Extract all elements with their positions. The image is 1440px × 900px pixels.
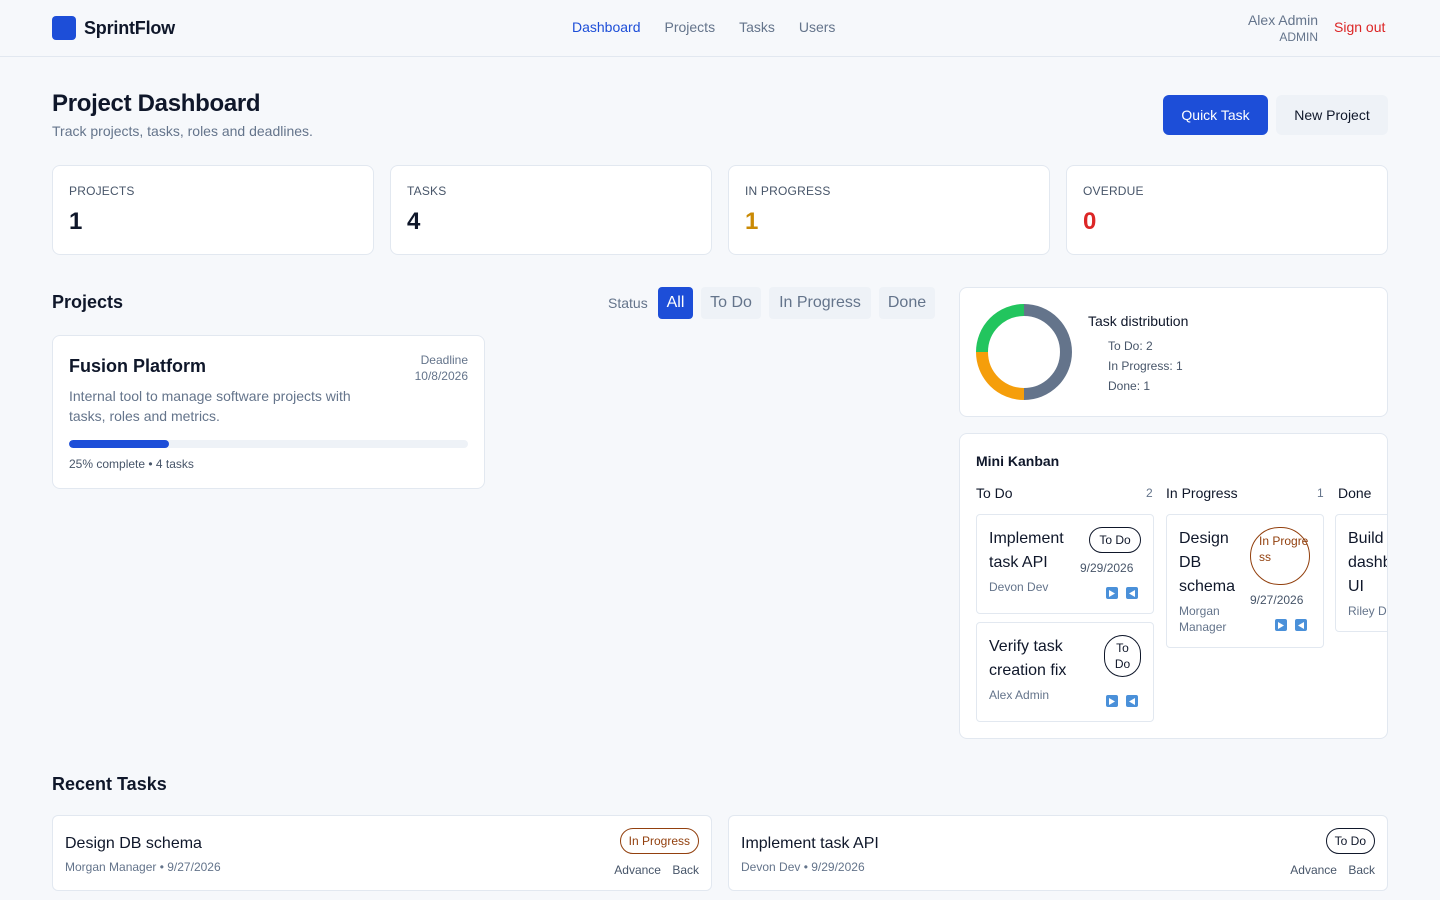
stat-value: 1 — [69, 208, 83, 235]
back-icon[interactable] — [1126, 587, 1138, 599]
stat-label: IN PROGRESS — [745, 184, 831, 198]
donut-segment-done — [976, 304, 1025, 353]
donut-segment-in-progress — [976, 351, 1025, 400]
stat-value: 1 — [745, 208, 759, 235]
recent-task-meta: Morgan Manager • 9/27/2026 — [65, 860, 221, 874]
recent-task-actions: Advance Back — [1282, 863, 1375, 877]
back-button[interactable]: Back — [672, 863, 699, 877]
task-distribution-donut — [976, 304, 1072, 400]
page-subtitle: Track projects, tasks, roles and deadlin… — [52, 123, 313, 139]
status-badge: In Progre ss — [1250, 527, 1310, 585]
nav-users[interactable]: Users — [799, 19, 836, 35]
current-user: Alex Admin ADMIN — [1248, 12, 1318, 44]
project-name: Fusion Platform — [69, 356, 207, 376]
top-navigation-bar: SprintFlow Dashboard Projects Tasks User… — [0, 0, 1440, 57]
user-role: ADMIN — [1279, 30, 1318, 44]
projects-section-title: Projects — [52, 292, 124, 312]
stat-card-in-progress: IN PROGRESS 1 — [728, 165, 1050, 255]
distribution-item-done: Done: 1 — [1108, 379, 1151, 393]
project-card[interactable]: Fusion Platform Internal tool to manage … — [52, 335, 485, 489]
new-project-button[interactable]: New Project — [1276, 95, 1388, 135]
stat-value: 0 — [1083, 208, 1097, 235]
status-badge: In Progress — [619, 828, 699, 854]
main-nav: Dashboard Projects Tasks Users — [572, 19, 859, 35]
stat-label: TASKS — [407, 184, 447, 198]
kanban-task-design-db[interactable]: Design DB schema Morgan Manager In Progr… — [1166, 514, 1324, 648]
stat-card-overdue: OVERDUE 0 — [1066, 165, 1388, 255]
back-icon[interactable] — [1295, 619, 1307, 631]
advance-icon[interactable] — [1106, 587, 1118, 599]
brand-logo-icon — [52, 16, 76, 40]
nav-dashboard[interactable]: Dashboard — [572, 19, 641, 35]
nav-tasks[interactable]: Tasks — [739, 19, 775, 35]
kanban-title: Mini Kanban — [976, 453, 1060, 469]
recent-task-card[interactable]: Implement task API Devon Dev • 9/29/2026… — [728, 815, 1388, 891]
distribution-item-in-progress: In Progress: 1 — [1108, 359, 1183, 373]
status-badge: To Do — [1104, 635, 1141, 677]
recent-task-meta: Devon Dev • 9/29/2026 — [741, 860, 865, 874]
user-name: Alex Admin — [1247, 12, 1318, 28]
advance-icon[interactable] — [1275, 619, 1287, 631]
kanban-column-title-done: Done — [1338, 485, 1372, 501]
stat-card-tasks: TASKS 4 — [390, 165, 712, 255]
task-assignee: Morgan Manager — [1179, 604, 1227, 634]
stat-value: 4 — [407, 208, 421, 235]
kanban-column-title-in-progress: In Progress — [1166, 485, 1238, 501]
task-name: Build dashboard UI — [1348, 530, 1387, 595]
nav-projects[interactable]: Projects — [665, 19, 716, 35]
filter-in-progress[interactable]: In Progress — [769, 287, 871, 319]
back-icon[interactable] — [1126, 695, 1138, 707]
kanban-task-verify-fix[interactable]: Verify task creation fix Alex Admin To D… — [976, 622, 1154, 722]
task-name: Verify task creation fix — [989, 638, 1067, 679]
page-title: Project Dashboard — [52, 90, 261, 117]
back-button[interactable]: Back — [1348, 863, 1375, 877]
filter-all[interactable]: All — [658, 287, 693, 319]
quick-task-button[interactable]: Quick Task — [1163, 95, 1268, 135]
distribution-item-todo: To Do: 2 — [1108, 339, 1153, 353]
task-due-date: 9/27/2026 — [1250, 593, 1304, 607]
task-distribution-card: Task distribution To Do: 2 In Progress: … — [959, 287, 1388, 417]
task-due-date: 9/29/2026 — [1080, 561, 1134, 575]
kanban-column-title-todo: To Do — [976, 485, 1013, 501]
status-filter-label: Status — [608, 295, 648, 311]
brand-name: SprintFlow — [84, 17, 175, 38]
kanban-task-implement-api[interactable]: Implement task API Devon Dev To Do 9/29/… — [976, 514, 1154, 614]
task-name: Implement task API — [989, 530, 1064, 571]
kanban-column-count-in-progress: 1 — [1317, 486, 1324, 500]
advance-icon[interactable] — [1106, 695, 1118, 707]
stat-label: OVERDUE — [1083, 184, 1144, 198]
recent-tasks-title: Recent Tasks — [52, 774, 167, 794]
project-progress-fill — [69, 440, 169, 448]
recent-task-card[interactable]: Design DB schema Morgan Manager • 9/27/2… — [52, 815, 712, 891]
distribution-title: Task distribution — [1088, 313, 1189, 329]
brand[interactable]: SprintFlow — [52, 16, 175, 40]
task-name: Design DB schema — [1179, 530, 1236, 595]
kanban-task-build-ui[interactable]: Build dashboard UI Riley Dev — [1335, 514, 1387, 632]
project-meta: 25% complete • 4 tasks — [69, 457, 194, 471]
status-badge: To Do — [1089, 527, 1141, 553]
status-badge: To Do — [1325, 828, 1375, 854]
recent-task-actions: Advance Back — [606, 863, 699, 877]
filter-to-do[interactable]: To Do — [701, 287, 761, 319]
sign-out-link[interactable]: Sign out — [1334, 19, 1385, 35]
stat-label: PROJECTS — [69, 184, 135, 198]
deadline-date: 10/8/2026 — [414, 369, 468, 383]
filter-done[interactable]: Done — [879, 287, 935, 319]
advance-button[interactable]: Advance — [614, 863, 661, 877]
deadline-label: Deadline — [420, 353, 468, 367]
task-assignee: Alex Admin — [989, 688, 1050, 702]
mini-kanban-card: Mini Kanban To Do 2 In Progress 1 Done I… — [959, 433, 1388, 739]
task-assignee: Riley Dev — [1348, 604, 1387, 618]
kanban-column-count-todo: 2 — [1146, 486, 1153, 500]
project-progress-bar — [69, 440, 468, 448]
stat-card-projects: PROJECTS 1 — [52, 165, 374, 255]
advance-button[interactable]: Advance — [1290, 863, 1337, 877]
donut-segment-to-do — [1023, 304, 1072, 400]
recent-task-name: Implement task API — [741, 835, 879, 852]
task-assignee: Devon Dev — [989, 580, 1049, 594]
project-description: Internal tool to manage software project… — [69, 388, 351, 424]
recent-task-name: Design DB schema — [65, 835, 202, 852]
